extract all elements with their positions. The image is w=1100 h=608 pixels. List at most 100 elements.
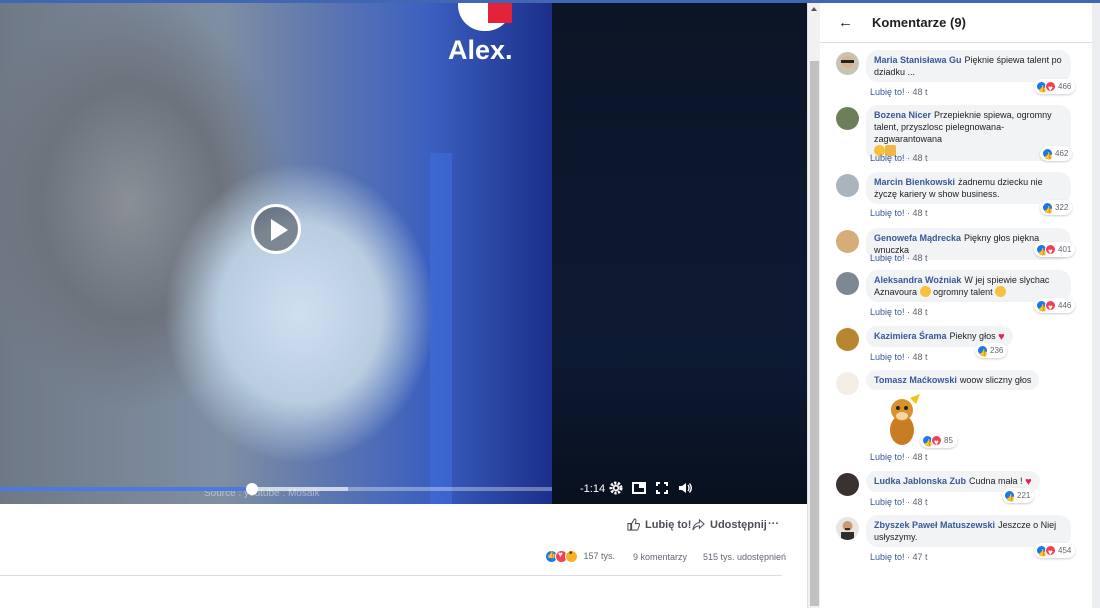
video-player[interactable]: Alex. Source : youtube : Mosaik -1:14 [0,3,807,504]
heart-emoji-icon: ♥ [1025,476,1032,488]
comment-meta: Lubię to! · 48 t [870,497,928,507]
comments-count[interactable]: 9 komentarzy [633,552,687,562]
comment-reactions[interactable]: 322 [1040,200,1073,218]
avatar[interactable] [836,107,859,130]
comment-reactions[interactable]: 236 [975,343,1008,361]
fullscreen-icon[interactable] [653,480,671,498]
love-reaction-icon [1045,81,1056,96]
avatar[interactable] [836,52,859,75]
divider [0,575,782,576]
comment-author[interactable]: Maria Stanisława Gu [874,55,962,65]
share-button[interactable]: Udostępnij [692,518,767,531]
comment-reactions[interactable]: 466 [1034,79,1076,97]
comment-author[interactable]: Aleksandra Woźniak [874,275,961,285]
comment-text-continued: ogromny talent [933,287,993,297]
avatar[interactable] [836,517,859,540]
comment-like-link[interactable]: Lubię to! [870,552,905,562]
comment-meta: Lubię to! · 48 t [870,452,928,462]
comment-meta: Lubię to! · 48 t [870,153,928,163]
comment-like-link[interactable]: Lubię to! [870,208,905,218]
comment-bubble: Marcin Bienkowski żadnemu dziecku nie życ… [866,172,1071,204]
comment-age[interactable]: 47 t [913,552,928,562]
comment-author[interactable]: Bozena Nicer [874,110,931,120]
wow-reaction-icon [565,548,578,563]
comment-age[interactable]: 48 t [913,497,928,507]
comment-author[interactable]: Tomasz Maćkowski [874,375,957,385]
comment-author[interactable]: Zbyszek Paweł Matuszewski [874,520,995,530]
progress-bar[interactable] [0,483,552,495]
comments-title: Komentarze (9) [872,15,966,30]
comment-author[interactable]: Marcin Bienkowski [874,177,955,187]
comment-age[interactable]: 48 t [913,452,928,462]
play-icon[interactable] [251,204,301,254]
reaction-count: 85 [944,436,953,445]
comment-like-link[interactable]: Lubię to! [870,153,905,163]
like-label: Lubię to! [645,518,692,531]
scroll-up-arrow-icon[interactable] [811,7,817,11]
avatar[interactable] [836,328,859,351]
comment-age[interactable]: 48 t [913,352,928,362]
channel-logo-text: Alex. [448,35,513,65]
comment-meta: Lubię to! · 48 t [870,307,928,317]
gear-icon[interactable] [607,480,625,498]
reaction-count: 462 [1055,149,1069,158]
shares-count[interactable]: 515 tys. udostępnień [703,552,786,562]
comment-text: Piekny głos [949,331,996,341]
comment-like-link[interactable]: Lubię to! [870,452,905,462]
comments-panel: ← Komentarze (9) Maria Stanisława Gu Pięk… [820,3,1092,608]
page-scrollbar[interactable] [807,3,820,608]
comment-meta: Lubię to! · 47 t [870,552,928,562]
comment-age[interactable]: 48 t [913,307,928,317]
comment-reactions[interactable]: 401 [1034,242,1076,260]
comment-like-link[interactable]: Lubię to! [870,253,905,263]
reaction-count: 221 [1017,491,1031,500]
love-reaction-icon [1045,300,1056,315]
comment-like-link[interactable]: Lubię to! [870,87,905,97]
reaction-count: 446 [1058,301,1072,310]
comment-like-link[interactable]: Lubię to! [870,352,905,362]
comment-meta: Lubię to! · 48 t [870,87,928,97]
more-options-button[interactable]: ··· [768,518,779,530]
avatar[interactable] [836,230,859,253]
avatar[interactable] [836,372,859,395]
comment-author[interactable]: Genowefa Mądrecka [874,233,961,243]
back-arrow-icon[interactable]: ← [838,14,853,31]
heart-emoji-icon: ♥ [998,331,1005,343]
comment-author[interactable]: Kazimiera Śrama [874,331,947,341]
avatar[interactable] [836,174,859,197]
reaction-count: 236 [990,346,1004,355]
time-remaining: -1:14 [580,483,606,495]
avatar[interactable] [836,473,859,496]
comment-reactions[interactable]: 462 [1040,146,1073,164]
comment-text: Cudna mała ! [969,476,1023,486]
heart-eyes-emoji-icon [995,286,1007,297]
video-dark-area [552,3,807,504]
reaction-count: 401 [1058,245,1072,254]
reactions-summary[interactable]: 157 tys. [545,548,615,563]
comment-age[interactable]: 48 t [913,208,928,218]
comment-age[interactable]: 48 t [913,253,928,263]
avatar[interactable] [836,272,859,295]
comment-like-link[interactable]: Lubię to! [870,497,905,507]
chipmunk-sticker-icon[interactable] [880,392,924,448]
like-button[interactable]: Lubię to! [627,518,691,531]
post-actions: Lubię to! Udostępnij ··· [0,518,800,538]
like-reaction-icon [977,345,988,361]
comment-like-link[interactable]: Lubię to! [870,307,905,317]
comment-age[interactable]: 48 t [913,153,928,163]
reaction-count: 454 [1058,546,1072,555]
scrollbar-thumb[interactable] [810,61,819,606]
comment-bubble: Tomasz Maćkowski woow sliczny głos [866,370,1040,390]
comment-reactions[interactable]: 454 [1034,543,1076,561]
volume-icon[interactable] [676,480,694,498]
comment-reactions[interactable]: 221 [1002,488,1035,506]
like-reaction-icon [1042,202,1053,218]
post-stats: 157 tys. 9 komentarzy 515 tys. udostępni… [0,548,800,567]
comment-reactions[interactable]: 85 [920,433,957,451]
panel-edge [1092,3,1100,608]
like-reaction-icon [1004,490,1015,506]
miniplayer-icon[interactable] [630,480,648,498]
comment-age[interactable]: 48 t [913,87,928,97]
comment-reactions[interactable]: 446 [1034,298,1076,316]
comment-author[interactable]: Ludka Jablonska Zub [874,476,966,486]
